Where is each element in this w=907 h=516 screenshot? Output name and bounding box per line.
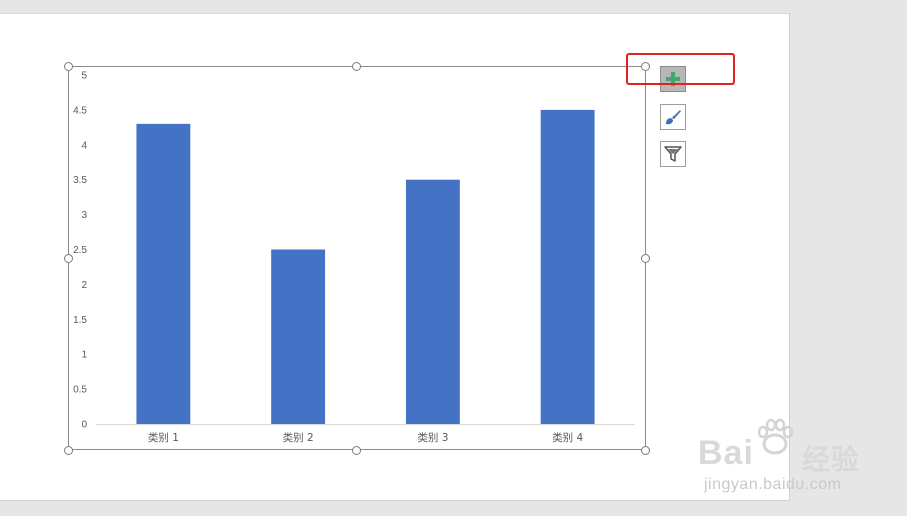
chart-styles-button[interactable] — [660, 104, 686, 130]
y-tick-label: 4 — [81, 140, 87, 151]
watermark-brand: Bai — [698, 434, 754, 472]
watermark-url: jingyan.baidu.com — [704, 476, 842, 493]
paw-logo-icon — [757, 418, 794, 455]
x-tick-label: 类别 2 — [283, 431, 314, 444]
bar-3[interactable] — [405, 179, 460, 424]
chart-filters-button[interactable] — [660, 141, 686, 167]
y-tick-label: 2.5 — [73, 245, 87, 256]
y-tick-label: 3.5 — [73, 175, 87, 186]
baidu-jingyan-watermark: Bai 经验 jingyan.baidu.com — [698, 416, 898, 496]
x-tick-label: 类别 4 — [552, 431, 583, 444]
bar-1[interactable] — [136, 123, 191, 425]
y-tick-label: 5 — [81, 71, 87, 82]
y-tick-label: 1 — [81, 350, 87, 361]
y-tick-label: 0.5 — [73, 385, 87, 396]
y-tick-label: 0 — [81, 420, 87, 431]
funnel-icon — [664, 146, 682, 162]
y-tick-label: 1.5 — [73, 315, 87, 326]
x-tick-label: 类别 3 — [417, 431, 448, 444]
paintbrush-icon — [666, 110, 681, 125]
highlight-annotation-box — [626, 53, 735, 85]
y-tick-label: 2 — [81, 280, 87, 291]
y-tick-label: 3 — [81, 210, 87, 221]
watermark-brand-cn: 经验 — [802, 444, 861, 475]
y-tick-label: 4.5 — [73, 105, 87, 116]
bar-2[interactable] — [271, 249, 326, 425]
x-tick-label: 类别 1 — [148, 431, 179, 444]
bar-4[interactable] — [540, 109, 595, 425]
